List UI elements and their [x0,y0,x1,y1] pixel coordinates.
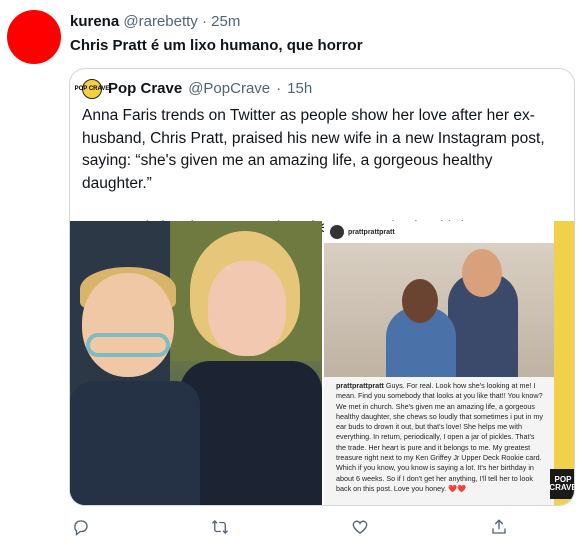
tweet-text: Chris Pratt é um lixo humano, que horror [70,37,363,54]
quoted-timestamp: 15h [287,80,313,97]
quoted-author-handle: @PopCrave [188,80,271,97]
reply-button[interactable] [70,516,92,538]
retweet-icon [212,520,229,534]
quoted-author-name: Pop Crave [108,80,183,97]
separator-dot: · [276,80,282,97]
instagram-caption: prattprattpratt Guys. For real. Look how… [336,381,546,494]
quoted-paragraph-1: Anna Faris trends on Twitter as people s… [82,107,545,192]
instagram-header: prattprattpratt [324,221,554,243]
author-name[interactable]: kurena [70,13,119,30]
tweet-timestamp[interactable]: 25m [211,13,240,30]
instagram-username: prattprattpratt [348,228,395,236]
quoted-tweet[interactable]: POP CRAVE Pop Crave @PopCrave · 15h Anna… [69,68,575,506]
like-button[interactable] [349,516,371,538]
yellow-side-strip [554,221,574,505]
quoted-tweet-text: Anna Faris trends on Twitter as people s… [82,105,562,240]
quoted-tweet-header: POP CRAVE Pop Crave @PopCrave · 15h [75,79,313,99]
share-icon [492,519,506,534]
photo-instagram-screenshot[interactable]: prattprattpratt prattprattpratt Guys. Fo… [324,221,574,505]
caption-username: prattprattpratt [336,381,384,390]
pop-crave-watermark: POP CRAVE [549,469,574,499]
media-grid: prattprattpratt prattprattpratt Guys. Fo… [70,221,574,505]
caption-text: Guys. For real. Look how she's looking a… [336,381,543,493]
instagram-avatar [330,225,344,239]
pop-crave-avatar[interactable]: POP CRAVE [75,79,109,99]
separator-dot: · [201,13,207,30]
tweet-actions [70,516,510,538]
avatar[interactable] [7,10,61,64]
reply-icon [74,520,88,536]
tweet: kurena @rarebetty · 25m Chris Pratt é um… [0,0,588,548]
like-icon [352,520,368,534]
share-button[interactable] [488,516,510,538]
photo-anna-faris-and-son[interactable] [70,221,322,505]
retweet-button[interactable] [209,516,231,538]
author-handle[interactable]: @rarebetty [123,13,197,30]
tweet-header: kurena @rarebetty · 25m [70,12,240,32]
instagram-photo [324,243,554,377]
